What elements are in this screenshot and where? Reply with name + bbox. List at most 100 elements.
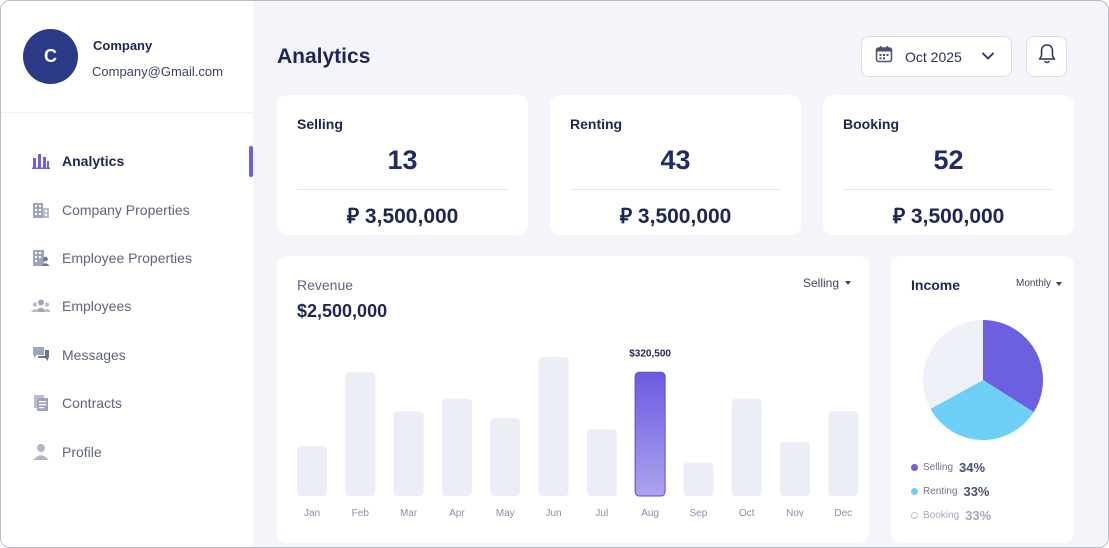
company-profile[interactable]: C Company Company@Gmail.com	[23, 29, 248, 89]
bar-apr[interactable]	[441, 398, 472, 496]
income-card: Income Monthly Selling 34% Renting 33% B…	[891, 256, 1074, 543]
sidebar-item-contracts[interactable]: Contracts	[1, 379, 253, 427]
income-legend: Selling 34% Renting 33% Booking 33%	[911, 455, 991, 527]
x-tick-label: Aug	[641, 508, 659, 519]
bar-dec[interactable]	[828, 411, 859, 496]
stat-divider	[297, 189, 508, 190]
date-picker[interactable]: Oct 2025	[861, 36, 1012, 77]
sidebar-item-label: Employee Properties	[62, 249, 192, 266]
calendar-icon	[875, 45, 893, 68]
x-tick-label: Jul	[595, 508, 608, 519]
bell-icon	[1037, 43, 1057, 70]
x-tick-label: Jan	[304, 508, 320, 519]
sidebar-item-employee-properties[interactable]: Employee Properties	[1, 234, 253, 282]
bar-nov[interactable]	[780, 441, 810, 496]
income-pie-chart	[923, 320, 1043, 440]
sidebar-divider	[1, 112, 253, 113]
revenue-total: $2,500,000	[297, 301, 388, 321]
stat-amount: ⃁ 3,500,000	[619, 205, 732, 228]
caret-down-icon	[1056, 281, 1062, 286]
chevron-down-icon	[981, 49, 995, 68]
people-icon	[31, 296, 51, 316]
sidebar-item-employees[interactable]: Employees	[1, 282, 253, 330]
sidebar-item-label: Messages	[62, 346, 126, 363]
x-tick-label: Apr	[449, 508, 465, 519]
stat-divider	[570, 189, 781, 190]
revenue-card: Jan Feb Mar Apr May Jun Jul Aug $320,500 Sep Oct No…	[277, 256, 869, 543]
revenue-filter-dropdown[interactable]: Selling	[803, 276, 851, 290]
revenue-title: Revenue	[297, 277, 354, 293]
sidebar-item-label: Profile	[62, 443, 102, 460]
highlight-value-label: $320,500	[629, 348, 671, 359]
user-icon	[31, 442, 51, 462]
income-period-dropdown[interactable]: Monthly	[1016, 278, 1062, 289]
legend-value: 33%	[963, 483, 990, 499]
stat-amount: ⃁ 3,500,000	[346, 205, 459, 228]
stat-label: Booking	[843, 116, 899, 132]
x-tick-label: Nov	[786, 508, 804, 519]
x-tick-label: Sep	[690, 508, 708, 519]
sidebar-item-messages[interactable]: Messages	[1, 331, 253, 379]
bar-mar[interactable]	[393, 411, 424, 496]
sidebar-item-label: Analytics	[62, 153, 125, 170]
legend-label: Selling	[923, 461, 954, 473]
sidebar-item-company-properties[interactable]: Company Properties	[1, 185, 253, 233]
revenue-filter-label: Selling	[802, 276, 839, 290]
x-tick-label: Oct	[739, 508, 755, 519]
bar-oct[interactable]	[731, 398, 762, 496]
x-tick-label: Jun	[545, 508, 561, 519]
stat-divider	[843, 189, 1054, 190]
bar-chart-icon	[31, 151, 51, 171]
stat-count: 43	[660, 145, 691, 175]
x-tick-label: Feb	[352, 508, 370, 519]
sidebar-item-label: Contracts	[62, 395, 122, 412]
stat-label: Selling	[297, 116, 343, 132]
renting-card: Renting 43 ⃁ 3,500,000	[550, 95, 801, 235]
income-title: Income	[911, 277, 961, 293]
revenue-chart: Jan Feb Mar Apr May Jun Jul Aug $320,500 Sep Oct No…	[297, 348, 859, 519]
sidebar-nav: Analytics Company Properties Employee Pr…	[1, 137, 253, 476]
legend-dot	[911, 463, 918, 471]
sidebar-item-label: Employees	[62, 298, 132, 315]
notifications-button[interactable]	[1026, 36, 1067, 77]
legend-label: Booking	[923, 509, 960, 521]
sidebar-item-profile[interactable]: Profile	[1, 427, 253, 475]
app-window: C Company Company@Gmail.com Analytics Co…	[0, 0, 1109, 548]
stat-amount: ⃁ 3,500,000	[892, 205, 1005, 228]
bar-jul[interactable]	[586, 429, 617, 496]
active-indicator	[249, 146, 253, 177]
legend-item-selling: Selling 34%	[911, 455, 991, 479]
caret-down-icon	[845, 281, 851, 285]
page-title: Analytics	[277, 45, 371, 68]
legend-item-renting: Renting 33%	[911, 479, 991, 503]
avatar[interactable]: C	[23, 29, 78, 84]
bar-jun[interactable]	[538, 357, 569, 496]
chat-icon	[31, 345, 51, 365]
selling-card: Selling 13 ⃁ 3,500,000	[277, 95, 528, 235]
legend-item-booking: Booking 33%	[911, 503, 991, 527]
legend-value: 34%	[959, 459, 986, 475]
income-period-label: Monthly	[1015, 278, 1051, 289]
legend-dot	[911, 487, 918, 495]
stat-count: 52	[933, 145, 964, 175]
bar-aug[interactable]	[634, 371, 666, 497]
sidebar-item-label: Company Properties	[62, 201, 190, 218]
sidebar: C Company Company@Gmail.com Analytics Co…	[1, 1, 253, 547]
legend-value: 33%	[965, 507, 992, 523]
stat-label: Renting	[570, 116, 623, 132]
employee-building-icon	[31, 248, 51, 268]
date-label: Oct 2025	[905, 48, 962, 65]
bar-sep[interactable]	[683, 462, 714, 496]
company-name: Company	[93, 38, 153, 53]
company-email: Company@Gmail.com	[92, 64, 223, 79]
x-tick-label: Dec	[834, 508, 852, 519]
x-tick-label: Mar	[400, 508, 418, 519]
bar-may[interactable]	[490, 418, 521, 496]
building-icon	[31, 200, 51, 220]
bar-feb[interactable]	[345, 372, 376, 496]
legend-dot	[911, 511, 918, 519]
sidebar-item-analytics[interactable]: Analytics	[1, 137, 253, 185]
x-tick-label: May	[496, 508, 515, 519]
bar-jan[interactable]	[297, 445, 327, 496]
legend-label: Renting	[923, 485, 958, 497]
